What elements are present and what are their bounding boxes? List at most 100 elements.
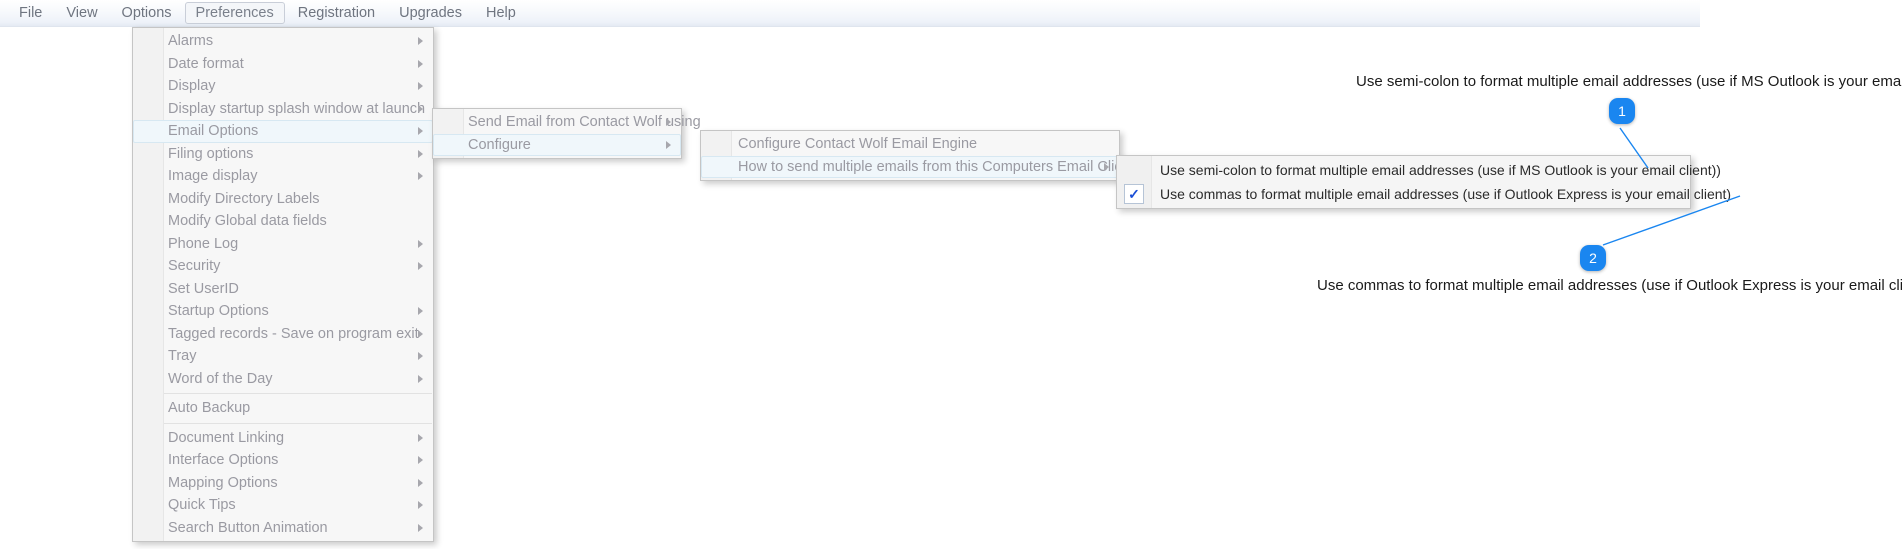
menu-item-image-display[interactable]: Image display (133, 165, 433, 188)
menubar-item-preferences[interactable]: Preferences (184, 1, 285, 25)
submenu-arrow-icon (418, 352, 423, 361)
email-format-submenu-items: Use semi-colon to format multiple email … (1117, 158, 1731, 206)
menu-separator (164, 422, 432, 424)
menubar-item-view[interactable]: View (55, 2, 108, 25)
menu-item-label: Startup Options (168, 303, 269, 320)
menu-item-label: Modify Global data fields (168, 213, 327, 230)
menu-item-configure-contact-wolf-email-engine[interactable]: Configure Contact Wolf Email Engine (701, 133, 1119, 156)
menu-item-label: Tagged records - Save on program exit (168, 325, 419, 342)
menu-item-configure[interactable]: Configure (433, 133, 681, 156)
submenu-arrow-icon (418, 82, 423, 91)
checkbox-empty-icon[interactable] (1124, 160, 1144, 180)
menu-item-display-startup-splash-window-at-launch[interactable]: Display startup splash window at launch (133, 98, 433, 121)
email-options-submenu: Send Email from Contact Wolf using Config… (432, 108, 701, 159)
menu-item-label: Interface Options (168, 452, 279, 469)
menu-item-interface-options[interactable]: Interface Options (133, 449, 433, 472)
menu-item-startup-options[interactable]: Startup Options (133, 300, 433, 323)
submenu-arrow-icon (418, 307, 423, 316)
menu-item-display[interactable]: Display (133, 75, 433, 98)
menubar-item-registration[interactable]: Registration (287, 2, 386, 25)
menu-item-label: Date format (168, 55, 244, 72)
menu-item-label: Configure (468, 136, 531, 153)
email-options-submenu-items: Send Email from Contact Wolf using Config… (433, 111, 701, 156)
submenu-arrow-icon (418, 37, 423, 46)
preferences-menu-items: Alarms Date format Display Display startup … (133, 30, 433, 539)
menu-item-search-button-animation[interactable]: Search Button Animation (133, 517, 433, 540)
menubar-item-help[interactable]: Help (475, 2, 527, 25)
menu-item-security[interactable]: Security (133, 255, 433, 278)
submenu-arrow-icon (418, 374, 423, 383)
menu-item-modify-global-data-fields[interactable]: Modify Global data fields (133, 210, 433, 233)
menu-item-set-userid[interactable]: Set UserID (133, 278, 433, 301)
menu-item-word-of-the-day[interactable]: Word of the Day (133, 368, 433, 391)
submenu-arrow-icon (418, 239, 423, 248)
callout-badge-1: 1 (1609, 98, 1635, 124)
submenu-arrow-icon (418, 456, 423, 465)
menu-item-label: Image display (168, 168, 258, 185)
submenu-arrow-icon (666, 140, 671, 149)
menu-item-label: How to send multiple emails from this Co… (738, 158, 1135, 175)
menu-item-label: Use commas to format multiple email addr… (1160, 186, 1732, 202)
menu-item-label: Auto Backup (168, 400, 251, 417)
checkmark-icon[interactable]: ✓ (1124, 184, 1144, 204)
menu-item-label: Email Options (168, 123, 259, 140)
menu-item-label: Tray (168, 348, 197, 365)
menu-item-use-commas-to-format-multiple-email-addresses-us[interactable]: ✓ Use commas to format multiple email add… (1117, 182, 1731, 206)
menu-item-modify-directory-labels[interactable]: Modify Directory Labels (133, 188, 433, 211)
menu-bar: File View Options Preferences Registrati… (0, 0, 1700, 27)
submenu-arrow-icon (666, 118, 671, 127)
menu-item-document-linking[interactable]: Document Linking (133, 427, 433, 450)
menu-item-use-semi-colon-to-format-multiple-email-addresse[interactable]: Use semi-colon to format multiple email … (1117, 158, 1721, 182)
menu-item-label: Search Button Animation (168, 519, 328, 536)
menu-item-label: Word of the Day (168, 370, 273, 387)
submenu-arrow-icon (418, 501, 423, 510)
menu-item-how-to-send-multiple-emails-from-this-computers-[interactable]: How to send multiple emails from this Co… (701, 155, 1134, 178)
configure-submenu-items: Configure Contact Wolf Email Engine How t… (701, 133, 1134, 178)
menubar-item-upgrades[interactable]: Upgrades (388, 2, 473, 25)
menubar-item-options[interactable]: Options (111, 2, 183, 25)
menu-item-label: Mapping Options (168, 474, 278, 491)
submenu-arrow-icon (418, 59, 423, 68)
menu-separator (164, 393, 432, 394)
menu-item-label: Configure Contact Wolf Email Engine (738, 136, 978, 153)
submenu-arrow-icon (418, 104, 423, 113)
callout-badge-2: 2 (1580, 245, 1606, 271)
menu-item-date-format[interactable]: Date format (133, 53, 433, 76)
menu-item-label: Security (168, 258, 221, 275)
submenu-arrow-icon (418, 329, 423, 338)
menubar-item-file[interactable]: File (8, 2, 53, 25)
menu-item-label: Phone Log (168, 235, 239, 252)
menu-item-label: Display (168, 78, 216, 95)
preferences-menu: Alarms Date format Display Display startup … (132, 27, 434, 542)
menu-item-label: Document Linking (168, 429, 285, 446)
menu-item-label: Use semi-colon to format multiple email … (1160, 162, 1721, 178)
submenu-arrow-icon (418, 523, 423, 532)
menu-item-email-options[interactable]: Email Options (133, 120, 433, 143)
configure-submenu: Configure Contact Wolf Email Engine How t… (700, 130, 1134, 181)
submenu-arrow-icon (418, 262, 423, 271)
menu-item-label: Set UserID (168, 280, 239, 297)
callout-text-1: Use semi-colon to format multiple email … (1356, 73, 1902, 90)
menu-item-alarms[interactable]: Alarms (133, 30, 433, 53)
menu-item-mapping-options[interactable]: Mapping Options (133, 472, 433, 495)
submenu-arrow-icon (1104, 162, 1109, 171)
email-format-submenu: Use semi-colon to format multiple email … (1116, 155, 1731, 209)
menu-item-quick-tips[interactable]: Quick Tips (133, 494, 433, 517)
submenu-arrow-icon (418, 127, 423, 136)
menu-item-tagged-records-save-on-program-exit[interactable]: Tagged records - Save on program exit (133, 323, 433, 346)
submenu-arrow-icon (418, 433, 423, 442)
submenu-arrow-icon (418, 478, 423, 487)
submenu-arrow-icon (418, 149, 423, 158)
menu-item-label: Display startup splash window at launch (168, 100, 426, 117)
menu-item-auto-backup[interactable]: Auto Backup (133, 397, 433, 420)
menu-item-send-email-from-contact-wolf-using[interactable]: Send Email from Contact Wolf using (433, 111, 701, 134)
menu-item-phone-log[interactable]: Phone Log (133, 233, 433, 256)
callout-text-2: Use commas to format multiple email addr… (1317, 277, 1902, 294)
menu-item-label: Modify Directory Labels (168, 190, 320, 207)
menu-item-filing-options[interactable]: Filing options (133, 143, 433, 166)
menu-item-label: Quick Tips (168, 497, 236, 514)
menu-item-label: Alarms (168, 33, 214, 50)
menu-item-label: Filing options (168, 145, 254, 162)
menu-item-tray[interactable]: Tray (133, 345, 433, 368)
submenu-arrow-icon (418, 172, 423, 181)
